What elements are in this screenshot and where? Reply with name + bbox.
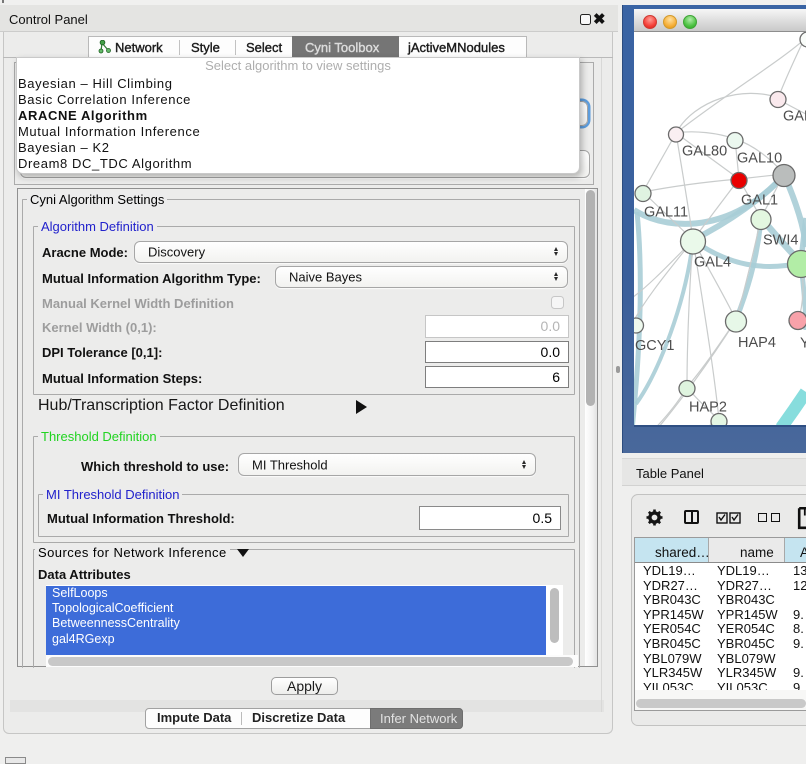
svg-text:GAL10: GAL10 — [737, 151, 782, 167]
svg-text:GAL80: GAL80 — [682, 144, 727, 160]
svg-text:GCY1: GCY1 — [635, 338, 675, 354]
svg-text:HAP2: HAP2 — [689, 400, 727, 416]
svg-text:SWI4: SWI4 — [763, 233, 798, 249]
svg-text:GAL7: GAL7 — [783, 109, 806, 125]
svg-text:GAL11: GAL11 — [644, 205, 688, 221]
svg-text:Y: Y — [800, 336, 806, 352]
svg-text:GAL4: GAL4 — [694, 255, 731, 271]
svg-text:GAL1: GAL1 — [741, 193, 778, 209]
svg-text:HAP4: HAP4 — [738, 335, 776, 351]
